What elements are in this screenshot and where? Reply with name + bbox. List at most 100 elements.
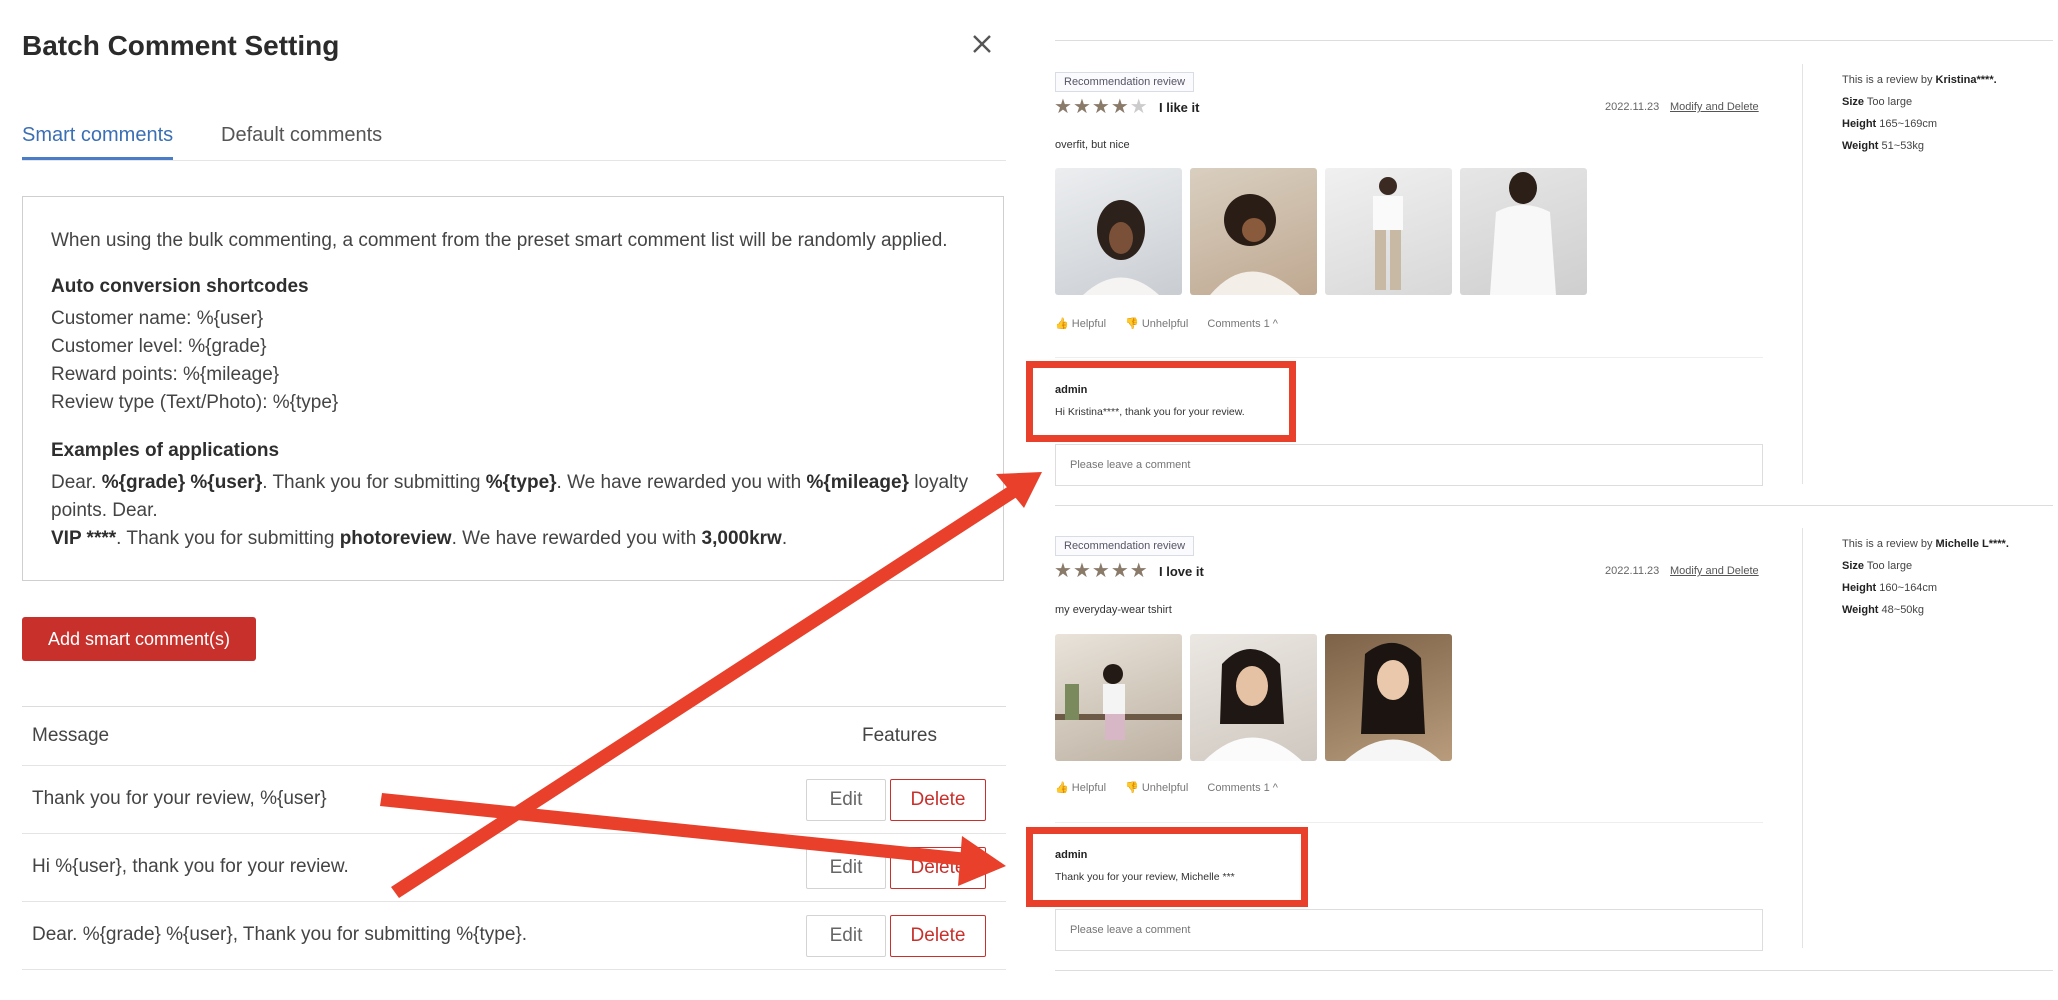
ex-text: . We have rewarded you with (451, 528, 702, 549)
vertical-divider (1802, 64, 1803, 484)
star-icon: ★ (1110, 560, 1130, 582)
star-icon: ★ (1072, 560, 1092, 582)
review-list-panel: Recommendation review ★★★★★ I like it 20… (1026, 0, 2058, 1000)
reviewer-size: Size Too large (1842, 555, 2009, 577)
modal-title: Batch Comment Setting (22, 30, 340, 61)
ex-text: . Thank you for submitting (262, 472, 486, 493)
reviewer-size: Size Too large (1842, 91, 1997, 113)
helpful-label: Helpful (1071, 318, 1107, 330)
star-icon: ★ (1072, 96, 1092, 118)
ex-text: . Thank you for submitting (116, 528, 340, 549)
comment-input[interactable] (1055, 444, 1763, 486)
helpful-button[interactable]: 👍 Helpful (1055, 318, 1114, 330)
vertical-divider (1802, 528, 1803, 948)
examples-heading: Examples of applications (51, 440, 280, 461)
ex-bold: %{type} (485, 472, 557, 493)
star-rating: ★★★★★ (1054, 558, 1149, 583)
reviewer-prefix: This is a review by (1842, 74, 1936, 86)
star-icon: ★ (1129, 560, 1149, 582)
shortcode-item: Review type (Text/Photo): %{type} (51, 392, 339, 413)
comment-input[interactable] (1055, 909, 1763, 951)
divider (1055, 505, 2053, 506)
review-body: overfit, but nice (1055, 139, 1130, 151)
model-photo-icon (1373, 177, 1403, 290)
review-date: 2022.11.23 (1605, 565, 1660, 577)
add-smart-comment-button[interactable]: Add smart comment(s) (22, 617, 256, 661)
star-icon: ★ (1054, 96, 1073, 118)
ex-text: . We have rewarded you with (556, 472, 807, 493)
shortcodes-heading: Auto conversion shortcodes (51, 276, 309, 297)
delete-button[interactable]: Delete (890, 847, 986, 889)
reviewer-prefix: This is a review by (1842, 538, 1936, 550)
unhelpful-button[interactable]: 👎 Unhelpful (1125, 318, 1196, 330)
ex-text: Dear. (51, 472, 102, 493)
recommendation-badge: Recommendation review (1055, 72, 1195, 92)
example-1: Dear. %{grade} %{user}. Thank you for su… (51, 469, 975, 525)
weight-value: 48~50kg (1881, 604, 1925, 616)
reviewer-height: Height 165~169cm (1842, 113, 1997, 135)
divider (1055, 40, 2053, 41)
delete-button[interactable]: Delete (890, 779, 986, 821)
modify-delete-link[interactable]: Modify and Delete (1670, 565, 1759, 577)
star-icon: ★ (1091, 96, 1111, 118)
review-actions: 👍 Helpful 👎 Unhelpful Comments 1 ^ (1055, 317, 1286, 330)
unhelpful-label: Unhelpful (1141, 318, 1189, 330)
reviewer-height: Height 160~164cm (1842, 577, 2009, 599)
highlight-box (1026, 827, 1308, 907)
edit-button[interactable]: Edit (806, 779, 886, 821)
ex-bold: %{mileage} (806, 472, 909, 493)
model-photo-icon (1083, 200, 1159, 295)
ex-bold: VIP **** (51, 528, 117, 549)
edit-button[interactable]: Edit (806, 847, 886, 889)
unhelpful-label: Unhelpful (1141, 782, 1189, 794)
height-label: Height (1842, 582, 1877, 594)
divider (1055, 970, 2053, 971)
unhelpful-button[interactable]: 👎 Unhelpful (1125, 782, 1196, 794)
recommendation-badge: Recommendation review (1055, 536, 1195, 556)
review-photo[interactable] (1190, 168, 1317, 295)
ex-bold: photoreview (339, 528, 452, 549)
size-label: Size (1842, 96, 1865, 108)
helpful-button[interactable]: 👍 Helpful (1055, 782, 1114, 794)
review-photo[interactable] (1190, 634, 1317, 761)
comments-toggle[interactable]: Comments 1 ^ (1207, 782, 1278, 794)
comments-toggle[interactable]: Comments 1 ^ (1207, 318, 1278, 330)
delete-button[interactable]: Delete (890, 915, 986, 957)
reviewer-weight: Weight 51~53kg (1842, 135, 1997, 157)
star-icon: ★ (1054, 560, 1073, 582)
review-body: my everyday-wear tshirt (1055, 604, 1172, 616)
ex-bold: %{grade} %{user} (101, 472, 263, 493)
tab-smart-comments[interactable]: Smart comments (22, 124, 174, 160)
reviewer-weight: Weight 48~50kg (1842, 599, 2009, 621)
info-box: When using the bulk commenting, a commen… (22, 196, 1004, 581)
ex-text: . (781, 528, 788, 549)
weight-label: Weight (1842, 140, 1879, 152)
table-row: Hi %{user}, thank you for your review. E… (22, 834, 1006, 902)
row-message: Dear. %{grade} %{user}, Thank you for su… (32, 924, 528, 945)
table-row: Dear. %{grade} %{user}, Thank you for su… (22, 902, 1006, 970)
size-label: Size (1842, 560, 1865, 572)
table-header: Message Features (22, 707, 1006, 766)
review-photo[interactable] (1325, 168, 1452, 295)
review-photo[interactable] (1055, 634, 1182, 761)
height-value: 160~164cm (1879, 582, 1938, 594)
modify-delete-link[interactable]: Modify and Delete (1670, 101, 1759, 113)
model-photo-icon (1055, 664, 1182, 740)
review-title: I love it (1159, 564, 1204, 579)
divider (1055, 357, 1763, 358)
ex-bold: 3,000krw (701, 528, 782, 549)
reviewer-name: Michelle L****. (1935, 538, 2009, 550)
batch-comment-modal: Batch Comment Setting Smart comments Def… (0, 0, 1010, 1000)
info-intro: When using the bulk commenting, a commen… (51, 230, 948, 251)
model-photo-icon (1204, 649, 1302, 761)
tab-default-comments[interactable]: Default comments (221, 124, 382, 157)
close-button[interactable] (966, 28, 998, 60)
review-photo[interactable] (1055, 168, 1182, 295)
review-photo[interactable] (1325, 634, 1452, 761)
reviewer-info: This is a review by Michelle L****. Size… (1842, 533, 2009, 621)
table-row: Thank you for your review, %{user} Edit … (22, 766, 1006, 834)
model-photo-icon (1345, 642, 1441, 761)
height-value: 165~169cm (1879, 118, 1938, 130)
review-photo[interactable] (1460, 168, 1587, 295)
edit-button[interactable]: Edit (806, 915, 886, 957)
